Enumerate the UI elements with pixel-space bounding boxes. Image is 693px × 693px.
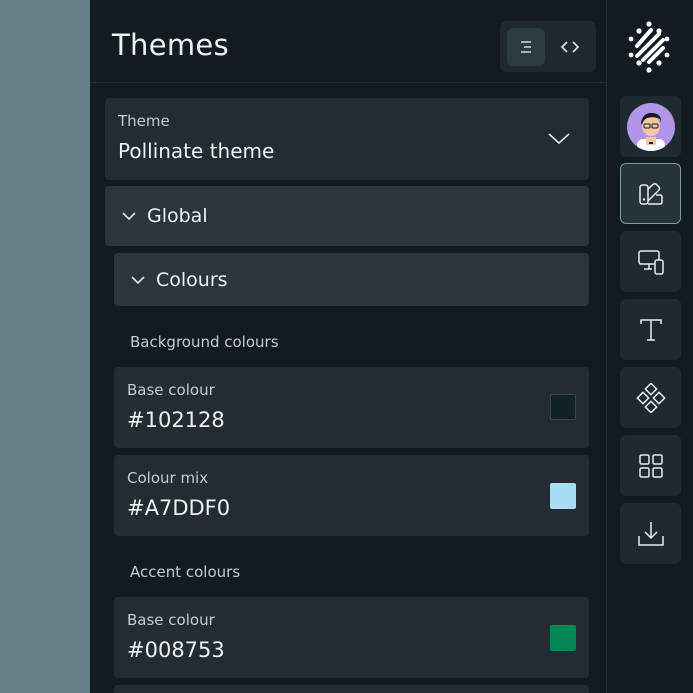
text-icon (639, 318, 662, 341)
view-toggle (500, 21, 596, 72)
chevron-down-icon (122, 212, 136, 221)
components-icon (635, 382, 666, 413)
panel-header: Themes (90, 0, 606, 83)
rail-devices-button[interactable] (620, 231, 681, 292)
field-value: #008753 (127, 638, 225, 662)
download-icon (637, 521, 664, 546)
tool-rail (606, 0, 693, 693)
next-field-partial[interactable] (114, 685, 589, 693)
field-label: Colour mix (127, 469, 209, 487)
colour-swatch[interactable] (550, 625, 576, 651)
list-view-button[interactable] (507, 28, 545, 66)
rail-layouts-button[interactable] (620, 435, 681, 496)
theme-select-label: Theme (118, 112, 170, 130)
chevron-down-icon (548, 133, 570, 145)
pollinate-logo-icon (628, 21, 670, 73)
grid-icon (638, 453, 663, 478)
global-section-label: Global (147, 205, 208, 227)
colours-section-toggle[interactable]: Colours (114, 253, 589, 306)
avatar (626, 102, 675, 151)
theme-select[interactable]: Theme Pollinate theme (105, 98, 589, 180)
rail-themes-button[interactable] (620, 163, 681, 224)
colours-section-label: Colours (156, 269, 228, 291)
bg-colour-mix-field[interactable]: Colour mix #A7DDF0 (114, 455, 589, 536)
list-align-right-icon (521, 41, 531, 53)
field-label: Base colour (127, 381, 215, 399)
rail-avatar-button[interactable] (620, 96, 681, 157)
code-brackets-icon (560, 41, 580, 53)
rail-typography-button[interactable] (620, 299, 681, 360)
accent-colours-heading: Accent colours (130, 563, 241, 581)
field-value: #A7DDF0 (127, 496, 231, 520)
chevron-down-icon (131, 276, 145, 285)
colour-swatch[interactable] (550, 394, 576, 420)
background-colours-heading: Background colours (130, 333, 279, 351)
rail-components-button[interactable] (620, 367, 681, 428)
palette-icon (638, 182, 663, 205)
theme-select-value: Pollinate theme (118, 139, 275, 163)
page-title: Themes (112, 28, 229, 62)
user-avatar-icon (636, 112, 665, 151)
accent-base-colour-field[interactable]: Base colour #008753 (114, 597, 589, 678)
field-label: Base colour (127, 611, 215, 629)
rail-download-button[interactable] (620, 503, 681, 564)
colour-swatch[interactable] (550, 483, 576, 509)
global-section-toggle[interactable]: Global (105, 186, 589, 246)
bg-base-colour-field[interactable]: Base colour #102128 (114, 367, 589, 448)
devices-icon (637, 249, 664, 275)
code-view-button[interactable] (551, 28, 589, 66)
themes-panel: Themes Theme Pollinate theme Global Colo… (90, 0, 606, 693)
field-value: #102128 (127, 408, 225, 432)
canvas-background (0, 0, 90, 693)
